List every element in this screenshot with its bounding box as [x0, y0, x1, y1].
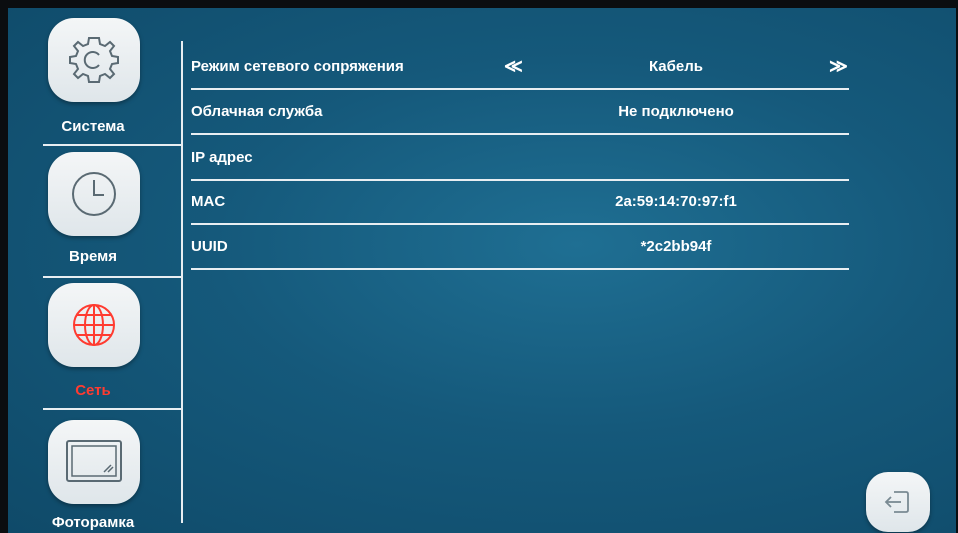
sidebar-item-label: Фоторамка — [51, 514, 135, 531]
gear-icon — [69, 37, 119, 83]
row-divider — [191, 223, 849, 225]
sidebar-item-time[interactable]: Время — [8, 146, 178, 276]
exit-icon — [884, 491, 909, 513]
sidebar-item-label: Система — [61, 118, 125, 135]
exit-button[interactable] — [866, 472, 930, 532]
uuid-row: UUID *2c2bb94f — [191, 230, 849, 270]
clock-icon — [72, 172, 116, 216]
network-tile[interactable] — [48, 283, 140, 367]
row-divider — [191, 268, 849, 270]
network-mode-value: Кабель — [648, 58, 704, 75]
vertical-divider — [181, 41, 183, 523]
row-divider — [191, 88, 849, 90]
sidebar-item-photo-frame[interactable]: Фоторамка — [8, 410, 178, 533]
ip-address-row[interactable]: IP адрес — [191, 141, 849, 181]
cloud-service-value: Не подключено — [618, 103, 734, 120]
mac-label: MAC — [191, 193, 226, 210]
next-mode-button[interactable]: ≫ — [829, 56, 848, 77]
sidebar-item-network[interactable]: Сеть — [8, 278, 178, 408]
row-divider — [191, 133, 849, 135]
photo-frame-tile[interactable] — [48, 420, 140, 504]
globe-icon — [73, 304, 115, 346]
photo-frame-icon — [66, 440, 122, 482]
network-mode-label: Режим сетевого сопряжения — [191, 58, 404, 75]
sidebar-item-system[interactable]: Система — [8, 8, 178, 138]
uuid-value: *2c2bb94f — [640, 238, 712, 255]
sidebar-item-label: Время — [69, 248, 117, 265]
ip-address-label: IP адрес — [191, 149, 253, 166]
cloud-service-row[interactable]: Облачная служба Не подключено — [191, 95, 849, 135]
system-tile[interactable] — [48, 18, 140, 102]
settings-screen: Система Время Сеть Фоторамка Режим сетев… — [8, 8, 956, 533]
sidebar: Система Время Сеть Фоторамка — [8, 8, 181, 533]
cloud-service-label: Облачная служба — [191, 103, 323, 120]
row-divider — [191, 179, 849, 181]
sidebar-item-label: Сеть — [75, 382, 111, 399]
time-tile[interactable] — [48, 152, 140, 236]
mac-value: 2a:59:14:70:97:f1 — [615, 193, 737, 210]
uuid-label: UUID — [191, 238, 228, 255]
mac-row: MAC 2a:59:14:70:97:f1 — [191, 185, 849, 225]
network-mode-row: Режим сетевого сопряжения ≪ Кабель ≫ — [191, 50, 849, 90]
